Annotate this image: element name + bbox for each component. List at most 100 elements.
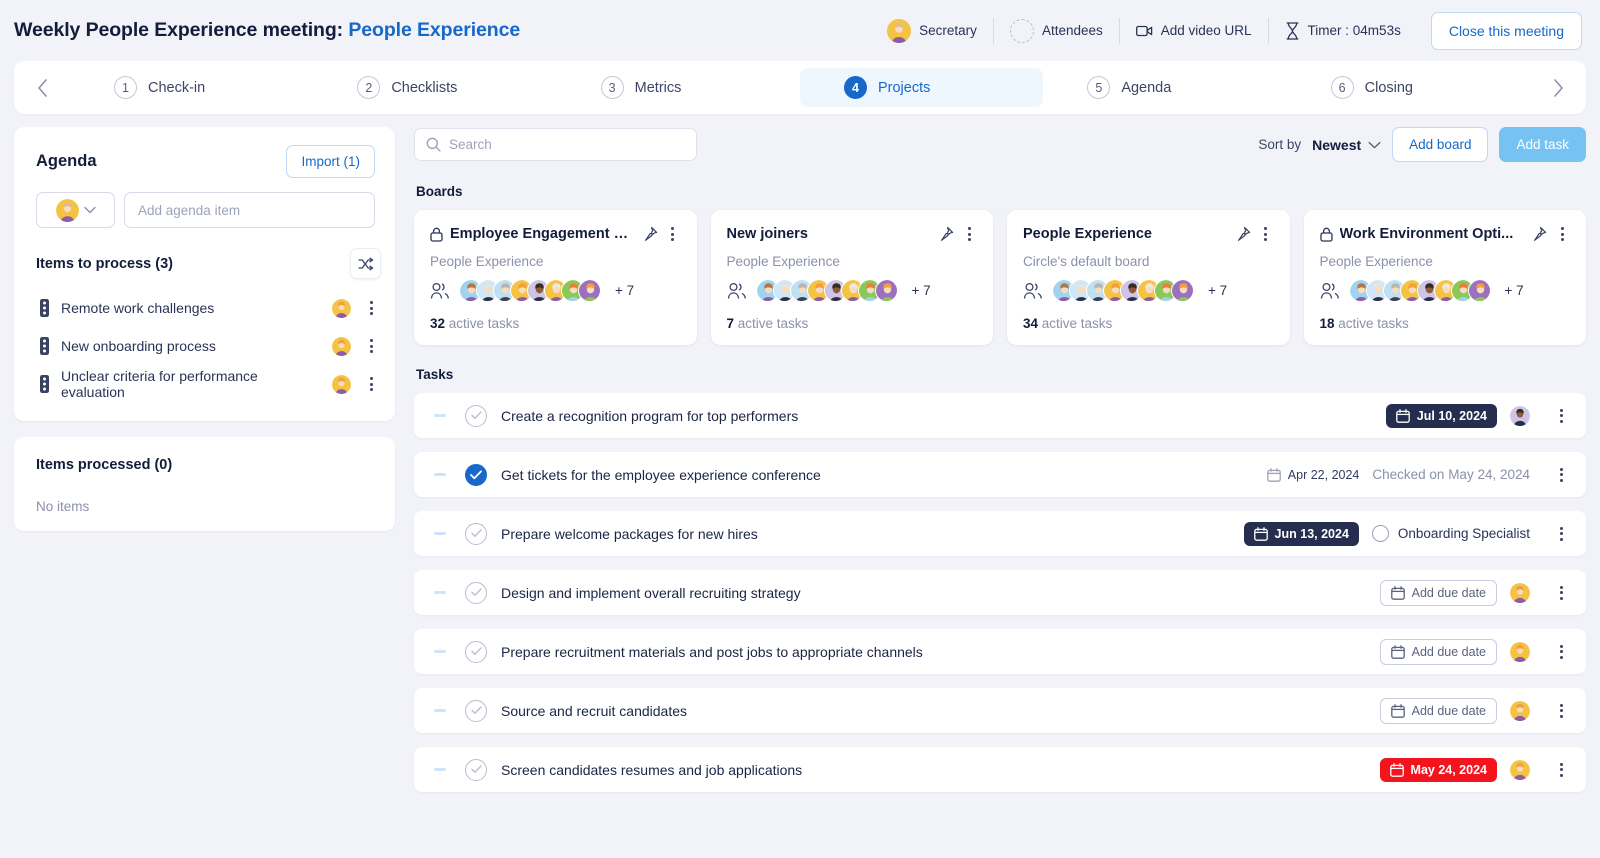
task-due-date-badge[interactable]: Jun 13, 2024 xyxy=(1243,521,1359,546)
task-menu-button[interactable] xyxy=(1553,762,1569,777)
task-due-date-badge[interactable]: Apr 22, 2024 xyxy=(1266,463,1359,487)
task-row[interactable]: Source and recruit candidates Add due dat… xyxy=(414,688,1586,733)
stepper-prev-button[interactable] xyxy=(14,78,70,97)
sort-dropdown[interactable]: Newest xyxy=(1312,137,1381,153)
board-card[interactable]: Work Environment Opti... People Experienc… xyxy=(1303,210,1586,345)
board-active-tasks: 7 active tasks xyxy=(726,316,809,331)
board-menu-button[interactable] xyxy=(665,227,681,241)
task-menu-button[interactable] xyxy=(1553,526,1569,541)
search-box[interactable] xyxy=(414,128,697,161)
task-meta: Jul 10, 2024 xyxy=(1385,403,1569,428)
add-board-button[interactable]: Add board xyxy=(1392,127,1489,162)
secretary-button[interactable]: Secretary xyxy=(871,18,993,43)
agenda-item-assignee-avatar[interactable] xyxy=(332,336,351,356)
task-menu-button[interactable] xyxy=(1553,467,1569,482)
main-content: Agenda Import (1) Items to process (3) xyxy=(0,114,1600,806)
timer-button[interactable]: Timer : 04m53s xyxy=(1269,21,1417,40)
agenda-item-menu-button[interactable] xyxy=(363,339,379,353)
task-assignee-avatar[interactable] xyxy=(1510,641,1530,662)
meeting-stepper: 1 Check-in 2 Checklists 3 Metrics 4 Projects 5 Ag… xyxy=(14,61,1586,114)
task-checkbox[interactable] xyxy=(465,522,487,545)
board-menu-button[interactable] xyxy=(1554,227,1570,241)
task-menu-button[interactable] xyxy=(1553,408,1569,423)
task-menu-button[interactable] xyxy=(1553,585,1569,600)
task-due-date-badge[interactable]: Add due date xyxy=(1379,697,1497,724)
import-button[interactable]: Import (1) xyxy=(286,145,375,178)
task-drag-handle[interactable] xyxy=(434,591,446,594)
task-assignee-role[interactable]: Onboarding Specialist xyxy=(1371,525,1530,542)
add-video-url-button[interactable]: Add video URL xyxy=(1120,23,1268,38)
task-assignee-avatar[interactable] xyxy=(1510,582,1530,603)
board-member-stack xyxy=(755,279,898,302)
task-row[interactable]: Prepare welcome packages for new hires Ju… xyxy=(414,511,1586,556)
board-card[interactable]: Employee Engagement E... People Experienc… xyxy=(414,210,697,345)
task-assignee-avatar[interactable] xyxy=(1510,405,1530,426)
board-card[interactable]: New joiners People Experience + 7 7 active … xyxy=(710,210,993,345)
pin-icon[interactable] xyxy=(642,226,658,242)
task-drag-handle[interactable] xyxy=(434,768,446,771)
drag-handle-icon[interactable] xyxy=(40,337,49,355)
attendees-label: Attendees xyxy=(1041,23,1103,38)
board-card[interactable]: People Experience Circle's default board +… xyxy=(1007,210,1290,345)
step-metrics[interactable]: 3 Metrics xyxy=(557,68,800,107)
agenda-assignee-select[interactable] xyxy=(36,192,115,228)
task-assignee-avatar[interactable] xyxy=(1510,759,1530,780)
task-row[interactable]: Get tickets for the employee experience … xyxy=(414,452,1586,497)
page-title-circle: People Experience xyxy=(348,19,521,41)
add-agenda-item-input[interactable] xyxy=(124,192,375,228)
stepper-next-button[interactable] xyxy=(1530,78,1586,97)
agenda-item-assignee-avatar[interactable] xyxy=(332,298,351,318)
drag-handle-icon[interactable] xyxy=(40,375,49,393)
task-menu-button[interactable] xyxy=(1553,644,1569,659)
task-assignee-avatar[interactable] xyxy=(1510,700,1530,721)
step-check-in[interactable]: 1 Check-in xyxy=(70,68,313,107)
search-input[interactable] xyxy=(449,137,685,152)
toolbar-actions: Sort by Newest Add board Add task xyxy=(1258,127,1586,162)
task-menu-button[interactable] xyxy=(1553,703,1569,718)
agenda-item-menu-button[interactable] xyxy=(363,301,379,315)
task-due-date-badge[interactable]: Add due date xyxy=(1379,638,1497,665)
step-agenda[interactable]: 5 Agenda xyxy=(1043,68,1286,107)
pin-icon[interactable] xyxy=(1531,226,1547,242)
close-meeting-button[interactable]: Close this meeting xyxy=(1430,11,1582,50)
drag-handle-icon[interactable] xyxy=(40,299,49,317)
task-checkbox[interactable] xyxy=(465,699,487,722)
task-drag-handle[interactable] xyxy=(434,650,446,653)
task-due-date-badge[interactable]: Jul 10, 2024 xyxy=(1385,403,1497,428)
agenda-list-item[interactable]: Remote work challenges xyxy=(14,289,395,327)
task-checkbox[interactable] xyxy=(465,758,487,781)
task-checkbox[interactable] xyxy=(465,404,487,427)
step-checklists[interactable]: 2 Checklists xyxy=(313,68,556,107)
pin-icon[interactable] xyxy=(1235,226,1251,242)
shuffle-icon[interactable] xyxy=(350,248,381,279)
attendees-button[interactable]: Attendees xyxy=(994,18,1119,43)
board-menu-button[interactable] xyxy=(1258,227,1274,241)
task-row[interactable]: Screen candidates resumes and job applic… xyxy=(414,747,1586,792)
task-due-date-badge[interactable]: May 24, 2024 xyxy=(1379,757,1497,782)
task-row[interactable]: Design and implement overall recruiting … xyxy=(414,570,1586,615)
add-task-button[interactable]: Add task xyxy=(1499,127,1586,162)
attendees-icon xyxy=(1009,18,1034,43)
agenda-list-item[interactable]: Unclear criteria for performance evaluat… xyxy=(14,365,395,403)
step-projects[interactable]: 4 Projects xyxy=(799,68,1044,107)
task-drag-handle[interactable] xyxy=(434,532,446,535)
task-checkbox[interactable] xyxy=(465,463,487,486)
task-row[interactable]: Prepare recruitment materials and post j… xyxy=(414,629,1586,674)
task-checkbox[interactable] xyxy=(465,640,487,663)
task-drag-handle[interactable] xyxy=(434,709,446,712)
task-row[interactable]: Create a recognition program for top per… xyxy=(414,393,1586,438)
board-subtitle: People Experience xyxy=(726,254,840,269)
step-label: Agenda xyxy=(1121,79,1172,96)
task-drag-handle[interactable] xyxy=(434,473,446,476)
step-closing[interactable]: 6 Closing xyxy=(1287,68,1530,107)
task-drag-handle[interactable] xyxy=(434,414,446,417)
board-members: + 7 xyxy=(727,279,978,302)
agenda-list-item[interactable]: New onboarding process xyxy=(14,327,395,365)
agenda-item-menu-button[interactable] xyxy=(363,377,379,391)
members-icon xyxy=(727,282,748,299)
agenda-item-assignee-avatar[interactable] xyxy=(332,374,351,394)
task-checkbox[interactable] xyxy=(465,581,487,604)
task-due-date-badge[interactable]: Add due date xyxy=(1379,579,1497,606)
pin-icon[interactable] xyxy=(938,226,954,242)
board-menu-button[interactable] xyxy=(961,227,977,241)
